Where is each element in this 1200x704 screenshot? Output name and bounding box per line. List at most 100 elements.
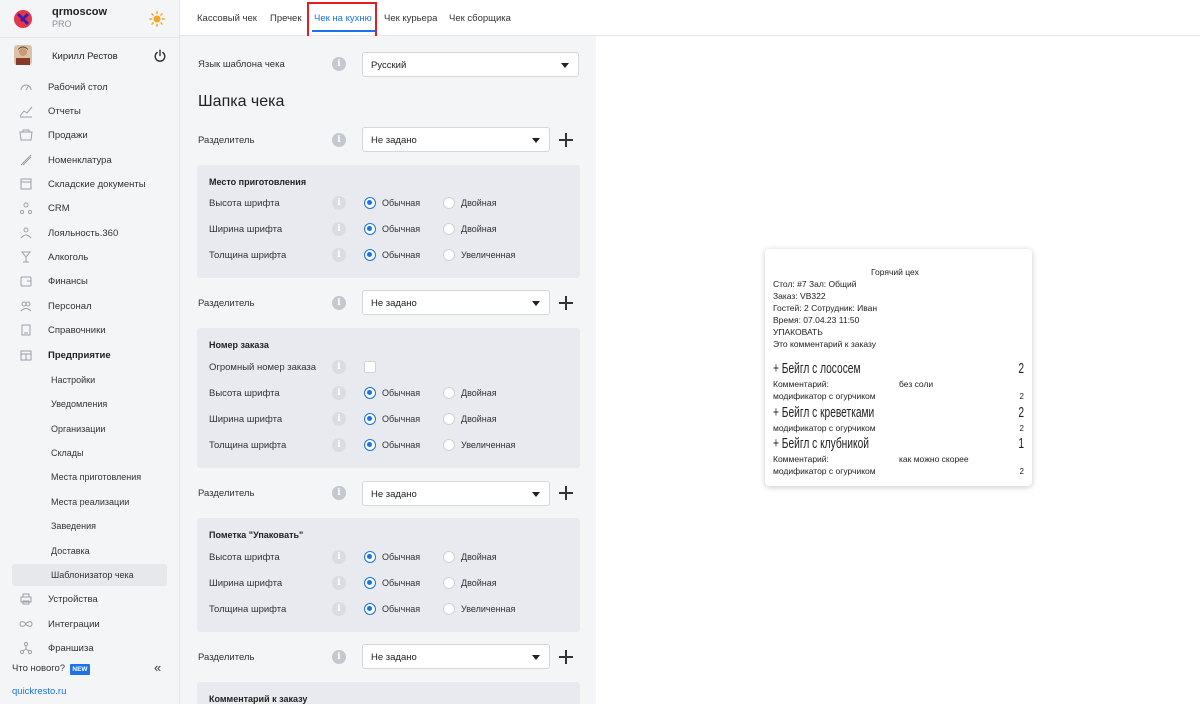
sidebar-item-notifications[interactable]: Уведомления [12, 393, 167, 415]
info-icon[interactable]: i [332, 248, 346, 262]
sidebar-item-integrations[interactable]: Интеграции [12, 613, 167, 635]
separator-select[interactable]: Не задано [362, 644, 550, 669]
sidebar-item-sales[interactable]: Продажи [12, 124, 167, 146]
radio-bold[interactable] [443, 439, 455, 451]
sidebar-item-cooking-places[interactable]: Места приготовления [12, 466, 167, 488]
add-separator-button[interactable] [559, 486, 573, 500]
sun-icon[interactable] [149, 11, 165, 27]
receipt-modifier: модификатор с огурчиком [773, 391, 876, 401]
sidebar-item-finance[interactable]: Финансы [12, 270, 167, 292]
info-icon[interactable]: i [332, 386, 346, 400]
language-select[interactable]: Русский [362, 52, 579, 77]
radio-normal[interactable] [364, 197, 376, 209]
sidebar-item-reports[interactable]: Отчеты [12, 100, 167, 122]
collapse-sidebar-button[interactable]: « [154, 660, 161, 675]
sidebar-item-warehouses[interactable]: Склады [12, 442, 167, 464]
radio-normal[interactable] [364, 577, 376, 589]
radio-double[interactable] [443, 577, 455, 589]
sidebar-item-enterprise[interactable]: Предприятие [12, 344, 167, 366]
font-width-label: Ширина шрифта [209, 224, 283, 235]
brand-header[interactable]: qrmoscow PRO [0, 0, 180, 38]
receipt-item-qty: 2 [1018, 404, 1024, 421]
huge-order-number-checkbox[interactable] [364, 361, 376, 373]
tab-courier-receipt[interactable]: Чек курьера [384, 13, 437, 24]
radio-bold[interactable] [443, 603, 455, 615]
tab-cash-receipt[interactable]: Кассовый чек [197, 13, 257, 24]
radio-normal[interactable] [364, 387, 376, 399]
power-icon[interactable] [153, 49, 167, 63]
radio-normal[interactable] [364, 551, 376, 563]
sidebar-item-sale-places[interactable]: Места реализации [12, 491, 167, 513]
info-icon[interactable]: i [332, 222, 346, 236]
info-icon[interactable]: i [332, 196, 346, 210]
chevron-down-icon [532, 655, 540, 660]
add-separator-button[interactable] [559, 133, 573, 147]
info-icon[interactable]: i [332, 133, 346, 147]
separator-select[interactable]: Не задано [362, 290, 550, 315]
radio-double[interactable] [443, 551, 455, 563]
whats-new-link[interactable]: Что нового? [12, 663, 65, 674]
sidebar-item-label: Шаблонизатор чека [51, 570, 134, 580]
info-icon[interactable]: i [332, 57, 346, 71]
sidebar-item-franchise[interactable]: Франшиза [12, 637, 167, 659]
sidebar-item-label: Организации [51, 424, 106, 434]
sidebar-item-organizations[interactable]: Организации [12, 418, 167, 440]
radio-normal[interactable] [364, 249, 376, 261]
sidebar-item-receipt-templates[interactable]: Шаблонизатор чека [12, 564, 167, 586]
separator-select[interactable]: Не задано [362, 481, 550, 506]
radio-bold[interactable] [443, 249, 455, 261]
info-icon[interactable]: i [332, 438, 346, 452]
radio-double[interactable] [443, 223, 455, 235]
site-link[interactable]: quickresto.ru [12, 686, 66, 697]
loyalty-icon [20, 227, 32, 239]
chart-icon [19, 106, 33, 118]
separator-label: Разделитель [198, 298, 255, 309]
sidebar-item-devices[interactable]: Устройства [12, 588, 167, 610]
sidebar-item-staff[interactable]: Персонал [12, 295, 167, 317]
sidebar-item-loyalty[interactable]: Лояльность.360 [12, 222, 167, 244]
sidebar-item-crm[interactable]: CRM [12, 197, 167, 219]
radio-normal[interactable] [364, 413, 376, 425]
sidebar-item-venues[interactable]: Заведения [12, 515, 167, 537]
huge-order-number-label: Огромный номер заказа [209, 362, 317, 373]
sidebar-item-references[interactable]: Справочники [12, 319, 167, 341]
add-separator-button[interactable] [559, 650, 573, 664]
info-icon[interactable]: i [332, 650, 346, 664]
info-icon[interactable]: i [332, 486, 346, 500]
sidebar-item-delivery[interactable]: Доставка [12, 540, 167, 562]
info-icon[interactable]: i [332, 550, 346, 564]
radio-label: Двойная [461, 414, 497, 424]
sidebar-item-dashboard[interactable]: Рабочий стол [12, 76, 167, 98]
sidebar-item-nomenclature[interactable]: Номенклатура [12, 149, 167, 171]
radio-normal[interactable] [364, 603, 376, 615]
info-icon[interactable]: i [332, 576, 346, 590]
radio-normal[interactable] [364, 439, 376, 451]
info-icon[interactable]: i [332, 602, 346, 616]
radio-label: Обычная [382, 440, 421, 450]
radio-double[interactable] [443, 387, 455, 399]
sidebar-item-label: Отчеты [48, 106, 81, 117]
info-icon[interactable]: i [332, 412, 346, 426]
separator-label: Разделитель [198, 652, 255, 663]
add-separator-button[interactable] [559, 296, 573, 310]
sidebar: qrmoscow PRO Кирилл Рестов Рабочий стол [0, 0, 180, 704]
sidebar-item-alcohol[interactable]: Алкоголь [12, 246, 167, 268]
radio-double[interactable] [443, 413, 455, 425]
tab-precheck[interactable]: Пречек [270, 13, 301, 24]
user-row[interactable]: Кирилл Рестов [0, 42, 180, 70]
sidebar-item-label: CRM [48, 203, 70, 214]
info-icon[interactable]: i [332, 360, 346, 374]
radio-double[interactable] [443, 197, 455, 209]
dashboard-icon [20, 84, 32, 91]
chevron-down-icon [532, 301, 540, 306]
sidebar-item-warehouse-docs[interactable]: Складские документы [12, 173, 167, 195]
radio-label: Увеличенная [461, 604, 516, 614]
sidebar-item-settings[interactable]: Настройки [12, 369, 167, 391]
chevron-down-icon [561, 63, 569, 68]
radio-label: Обычная [382, 198, 421, 208]
tab-picker-receipt[interactable]: Чек сборщика [449, 13, 511, 24]
info-icon[interactable]: i [332, 296, 346, 310]
separator-select[interactable]: Не задано [362, 127, 550, 152]
card-title: Пометка "Упаковать" [209, 530, 304, 540]
radio-normal[interactable] [364, 223, 376, 235]
